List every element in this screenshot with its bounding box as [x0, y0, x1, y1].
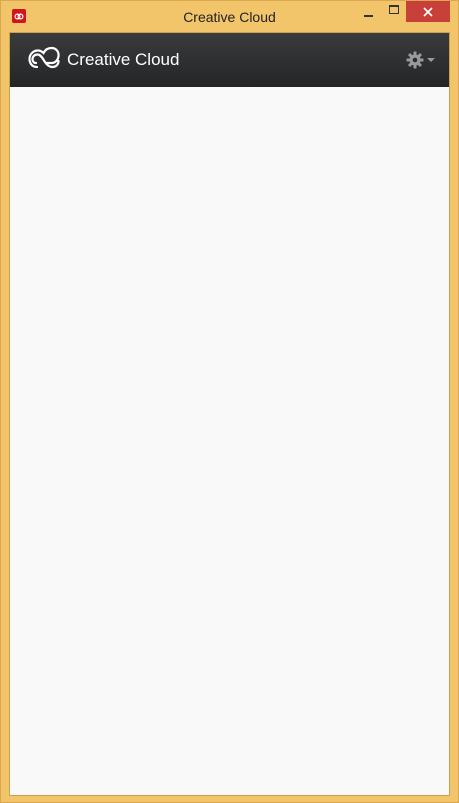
app-content: Creative Cloud [9, 32, 450, 796]
gear-icon [406, 51, 424, 69]
maximize-button[interactable] [381, 1, 407, 22]
title-bar[interactable]: Creative Cloud [1, 1, 458, 32]
close-icon [423, 6, 433, 17]
minimize-button[interactable] [355, 1, 381, 22]
minimize-icon [363, 14, 373, 17]
settings-menu-button[interactable] [406, 50, 438, 70]
app-header: Creative Cloud [10, 33, 449, 87]
caret-down-icon [427, 58, 435, 62]
creative-cloud-logo-icon [28, 46, 60, 69]
main-panel [10, 87, 449, 795]
app-window: Creative Cloud Creative Cloud [0, 0, 459, 803]
maximize-icon [389, 5, 399, 14]
header-title: Creative Cloud [67, 50, 180, 69]
close-button[interactable] [406, 1, 450, 22]
